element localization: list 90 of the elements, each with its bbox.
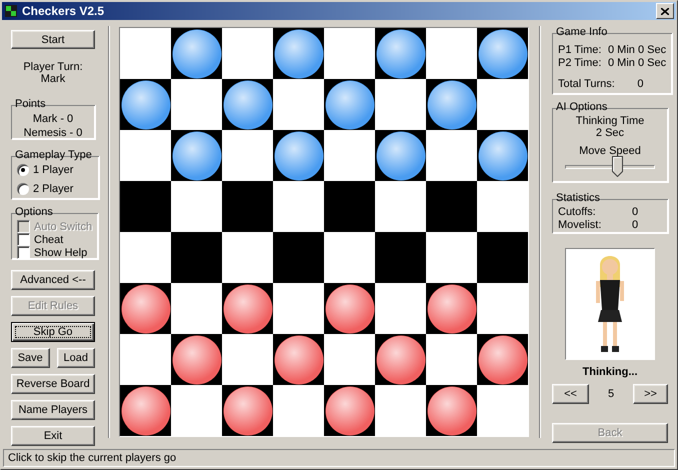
button[interactable]: Name Players [11, 400, 95, 420]
board-square [171, 283, 222, 334]
board-square [273, 79, 324, 130]
button[interactable]: Skip Go [11, 322, 95, 342]
group-label: Gameplay Type [15, 149, 92, 161]
checkbox-label: Show Help [34, 246, 88, 258]
board-square [324, 28, 375, 79]
radio-label: 2 Player [33, 183, 74, 195]
radio-label: 1 Player [33, 164, 74, 176]
score-text: Nemesis - 0 [22, 126, 84, 140]
board-square [273, 385, 324, 436]
group-label: Game Info [556, 26, 608, 38]
info-label: P1 Time: [558, 44, 602, 57]
board-square [324, 181, 375, 232]
board-square [375, 79, 426, 130]
group-label: Options [15, 206, 53, 218]
board-square [273, 181, 324, 232]
thinking-time-label: Thinking Time [574, 115, 646, 127]
board-square [426, 181, 477, 232]
info-label: P2 Time: [558, 57, 602, 70]
group-label: Statistics [556, 192, 600, 204]
board-square [222, 232, 273, 283]
board-square [477, 79, 528, 130]
stat-label: Cutoffs: [558, 206, 597, 219]
info-label: Total Turns: [558, 78, 615, 91]
board-square [477, 283, 528, 334]
info-value: 0 Min 0 Sec [608, 57, 666, 70]
button[interactable]: Exit [11, 426, 95, 446]
thinking-time-value: 2 Sec [594, 127, 626, 139]
stat-value: 0 [630, 206, 640, 219]
button[interactable]: Load [56, 348, 95, 368]
board-square [375, 385, 426, 436]
button[interactable]: Advanced <-- [11, 270, 95, 290]
board-square [120, 232, 171, 283]
checkbox[interactable] [17, 233, 30, 246]
status-bar: Click to skip the current players go [3, 449, 675, 467]
start-button[interactable]: Start [11, 30, 95, 49]
board-square [324, 232, 375, 283]
board-square [477, 232, 528, 283]
board-square [222, 334, 273, 385]
group-label: AI Options [556, 101, 608, 113]
window-title: Checkers V2.5 [22, 4, 106, 18]
stat-label: Movelist: [558, 219, 602, 232]
board-square [120, 334, 171, 385]
close-icon [661, 8, 669, 14]
board-square [375, 232, 426, 283]
app-icon [4, 4, 18, 18]
board-square [375, 283, 426, 334]
board-square [426, 28, 477, 79]
close-button[interactable] [656, 3, 674, 19]
info-value: 0 [636, 78, 645, 91]
board-square [324, 334, 375, 385]
board-square [273, 283, 324, 334]
page-number: 5 [606, 388, 616, 400]
board-square [375, 181, 426, 232]
checkbox[interactable] [17, 246, 30, 259]
board-square [477, 181, 528, 232]
board-square [120, 28, 171, 79]
board-square [120, 181, 171, 232]
board-square [171, 232, 222, 283]
board-square [171, 79, 222, 130]
board-square [426, 130, 477, 181]
stat-value: 0 [630, 219, 640, 232]
status-caption: Thinking... [582, 366, 638, 378]
previous-button[interactable]: << [552, 384, 589, 404]
move-speed-label: Move Speed [578, 145, 642, 157]
group-label: Points [15, 98, 46, 110]
board-square [171, 385, 222, 436]
board-square [273, 232, 324, 283]
player-name: Mark [40, 73, 66, 85]
checkbox-label: Cheat [34, 234, 64, 246]
board-square [426, 334, 477, 385]
board-square [477, 385, 528, 436]
radio-button[interactable] [17, 183, 29, 195]
checkbox-label: Auto Switch [34, 220, 92, 232]
player-turn-label: Player Turn: [22, 61, 84, 73]
info-value: 0 Min 0 Sec [608, 44, 666, 57]
board-square [171, 181, 222, 232]
button[interactable]: Reverse Board [11, 374, 95, 394]
board-square [120, 130, 171, 181]
board-square [222, 130, 273, 181]
board-square [222, 28, 273, 79]
button[interactable]: Save [11, 348, 50, 368]
board-square [324, 130, 375, 181]
board-square [222, 181, 273, 232]
board-square [426, 232, 477, 283]
radio-button[interactable] [17, 164, 29, 176]
next-button[interactable]: >> [633, 384, 668, 404]
slider-thumb[interactable] [612, 156, 624, 177]
score-text: Mark - 0 [32, 112, 74, 126]
